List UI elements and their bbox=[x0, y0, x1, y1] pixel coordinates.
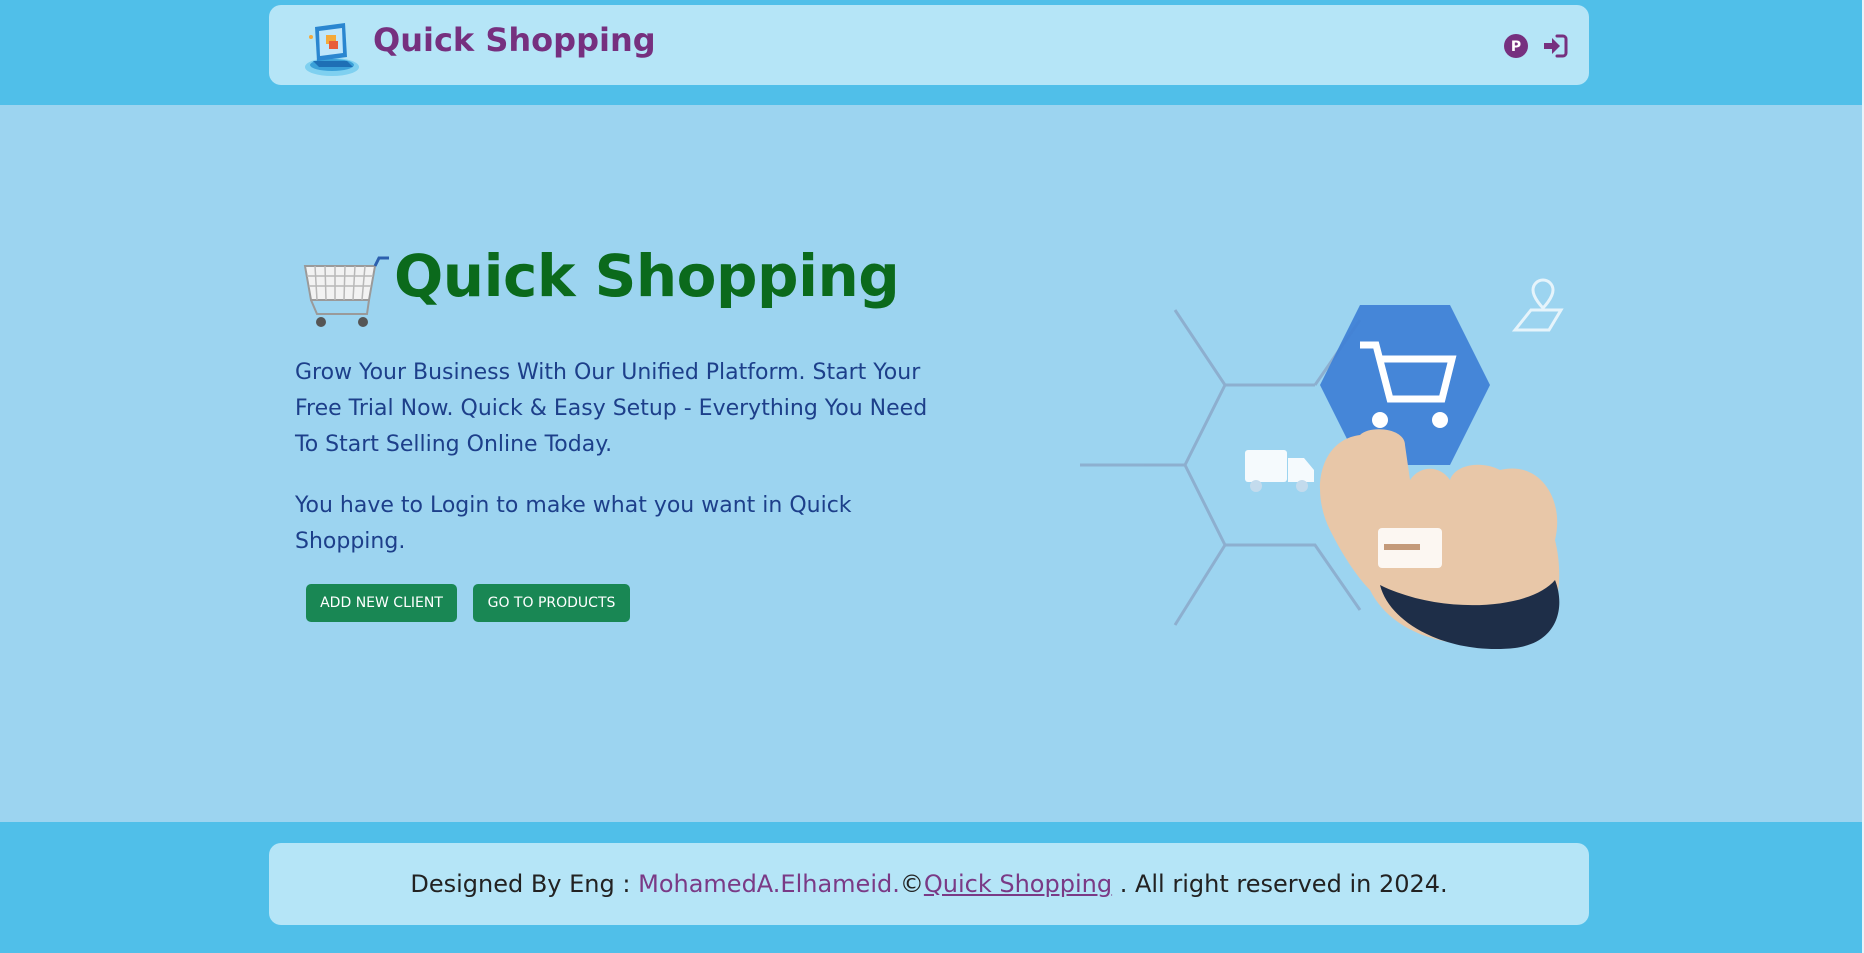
delivery-truck-icon bbox=[1245, 450, 1314, 492]
profile-p-icon[interactable]: P bbox=[1502, 32, 1530, 60]
go-to-products-button[interactable]: GO TO PRODUCTS bbox=[473, 584, 630, 622]
hero-description: Grow Your Business With Our Unified Plat… bbox=[295, 360, 928, 457]
ecommerce-hand-illustration bbox=[1080, 278, 1564, 650]
shop-laptop-logo-icon[interactable] bbox=[301, 17, 363, 79]
add-new-client-button[interactable]: ADD NEW CLIENT bbox=[306, 584, 457, 622]
brand-name[interactable]: Quick Shopping bbox=[373, 21, 656, 59]
copyright-symbol: © bbox=[899, 870, 924, 898]
login-icon[interactable] bbox=[1541, 32, 1569, 60]
rights-text: . All right reserved in 2024. bbox=[1119, 870, 1448, 898]
hero-title: Quick Shopping bbox=[394, 242, 900, 310]
map-pin-icon bbox=[1511, 278, 1564, 332]
shopping-cart-icon bbox=[303, 256, 389, 327]
navbar: Quick Shopping P bbox=[269, 5, 1589, 85]
author-name: MohamedA.Elhameid. bbox=[638, 870, 900, 898]
footer-brand-link[interactable]: Quick Shopping bbox=[924, 870, 1112, 898]
designed-by-text: Designed By Eng : bbox=[410, 870, 631, 898]
login-note: You have to Login to make what you want … bbox=[295, 493, 852, 554]
profile-glyph: P bbox=[1511, 39, 1521, 55]
footer: Designed By Eng : MohamedA.Elhameid. © Qui… bbox=[269, 843, 1589, 925]
